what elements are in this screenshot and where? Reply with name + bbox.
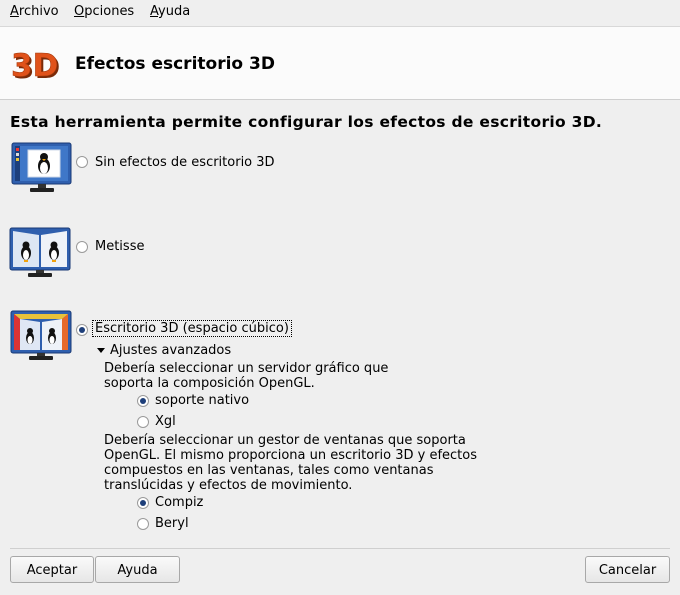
menu-bar: Archivo Opciones Ayuda	[0, 0, 680, 24]
advanced-settings-expander[interactable]: Ajustes avanzados	[110, 343, 231, 358]
monitor-single-penguin-icon	[11, 142, 72, 192]
option-metisse-label[interactable]: Metisse	[95, 239, 144, 254]
svg-text:3D: 3D	[11, 48, 58, 83]
expander-arrow-icon[interactable]	[97, 348, 105, 353]
wm-option-beryl[interactable]: Beryl	[155, 516, 189, 531]
header-banner: 3D 3D Efectos escritorio 3D	[0, 26, 680, 100]
monitor-cube-icon	[10, 310, 72, 360]
separator	[10, 548, 670, 549]
radio-beryl[interactable]	[137, 518, 149, 530]
accept-button[interactable]: Aceptar	[10, 556, 94, 583]
wm-option-compiz[interactable]: Compiz	[155, 495, 203, 510]
3d-logo-icon: 3D 3D	[11, 48, 60, 83]
radio-xgl[interactable]	[137, 416, 149, 428]
option-sin-efectos-label[interactable]: Sin efectos de escritorio 3D	[95, 155, 275, 170]
server-option-soporte-nativo[interactable]: soporte nativo	[155, 393, 249, 408]
option-escritorio-3d-text: Escritorio 3D (espacio cúbico)	[92, 320, 292, 337]
cancel-button[interactable]: Cancelar	[585, 556, 670, 583]
radio-compiz[interactable]	[137, 497, 149, 509]
intro-text: Esta herramienta permite configurar los …	[10, 113, 603, 131]
server-option-xgl[interactable]: Xgl	[155, 414, 176, 429]
page-title: Efectos escritorio 3D	[75, 54, 275, 74]
monitor-two-penguins-icon	[9, 227, 71, 277]
help-button[interactable]: Ayuda	[95, 556, 180, 583]
option-escritorio-3d-label[interactable]: Escritorio 3D (espacio cúbico)	[92, 320, 292, 337]
wm-description: Debería seleccionar un gestor de ventana…	[104, 433, 478, 493]
radio-soporte-nativo[interactable]	[137, 395, 149, 407]
menu-archivo[interactable]: Archivo	[10, 4, 59, 19]
menu-ayuda[interactable]: Ayuda	[150, 4, 190, 19]
server-description: Debería seleccionar un servidor gráfico …	[104, 361, 389, 391]
radio-escritorio-3d[interactable]	[76, 324, 88, 336]
radio-metisse[interactable]	[76, 241, 88, 253]
menu-opciones[interactable]: Opciones	[74, 4, 134, 19]
radio-sin-efectos[interactable]	[76, 156, 88, 168]
